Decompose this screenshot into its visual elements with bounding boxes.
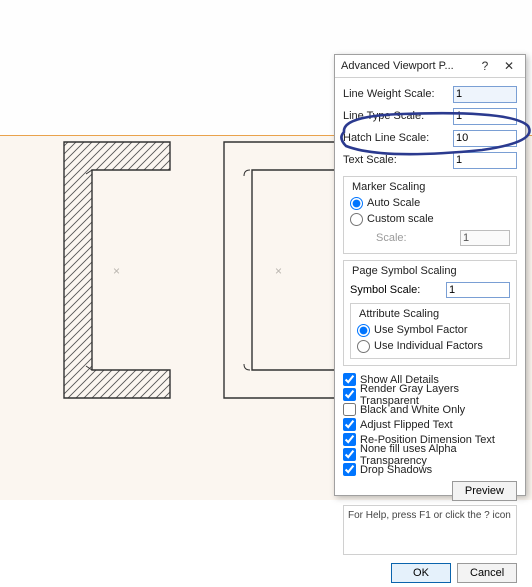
use-symbol-factor-radio[interactable]: Use Symbol Factor [357,322,503,338]
cancel-button[interactable]: Cancel [457,563,517,583]
marker-scaling-group: Marker Scaling Auto Scale Custom scale S… [343,176,517,254]
options-checklist: Show All DetailsRender Gray Layers Trans… [343,372,517,477]
option-checkbox-5[interactable]: None fill uses Alpha Transparency [343,447,517,462]
hatch-line-label: Hatch Line Scale: [343,132,453,144]
attribute-scaling-group: Attribute Scaling Use Symbol Factor Use … [350,303,510,359]
symbol-scale-input[interactable] [446,282,510,298]
advanced-viewport-dialog: Advanced Viewport P... ? ✕ Line Weight S… [334,54,526,496]
symbol-scale-label: Symbol Scale: [350,284,446,296]
line-weight-input[interactable] [453,86,517,103]
attribute-scaling-legend: Attribute Scaling [357,308,441,320]
preview-button[interactable]: Preview [452,481,517,501]
dialog-help-button[interactable]: ? [473,59,497,73]
text-scale-label: Text Scale: [343,154,453,166]
center-mark-left: × [113,264,120,278]
dialog-titlebar[interactable]: Advanced Viewport P... ? ✕ [335,55,525,78]
dialog-close-button[interactable]: ✕ [497,59,521,73]
hatch-line-input[interactable] [453,130,517,147]
line-weight-label: Line Weight Scale: [343,88,453,100]
option-checkbox-1[interactable]: Render Gray Layers Transparent [343,387,517,402]
dialog-title: Advanced Viewport P... [341,60,473,72]
page-symbol-legend: Page Symbol Scaling [350,265,459,277]
page-symbol-group: Page Symbol Scaling Symbol Scale: Attrib… [343,260,517,366]
line-type-label: Line Type Scale: [343,110,453,122]
use-individual-factors-radio[interactable]: Use Individual Factors [357,338,503,354]
marker-custom-scale-radio[interactable]: Custom scale [350,211,510,227]
help-text-box: For Help, press F1 or click the ? icon [343,505,517,555]
marker-scale-input [460,230,510,246]
option-checkbox-3[interactable]: Adjust Flipped Text [343,417,517,432]
marker-auto-scale-radio[interactable]: Auto Scale [350,195,510,211]
line-type-input[interactable] [453,108,517,125]
ok-button[interactable]: OK [391,563,451,583]
text-scale-input[interactable] [453,152,517,169]
marker-scaling-legend: Marker Scaling [350,181,427,193]
marker-scale-label: Scale: [350,232,460,244]
center-mark-right: × [275,264,282,278]
